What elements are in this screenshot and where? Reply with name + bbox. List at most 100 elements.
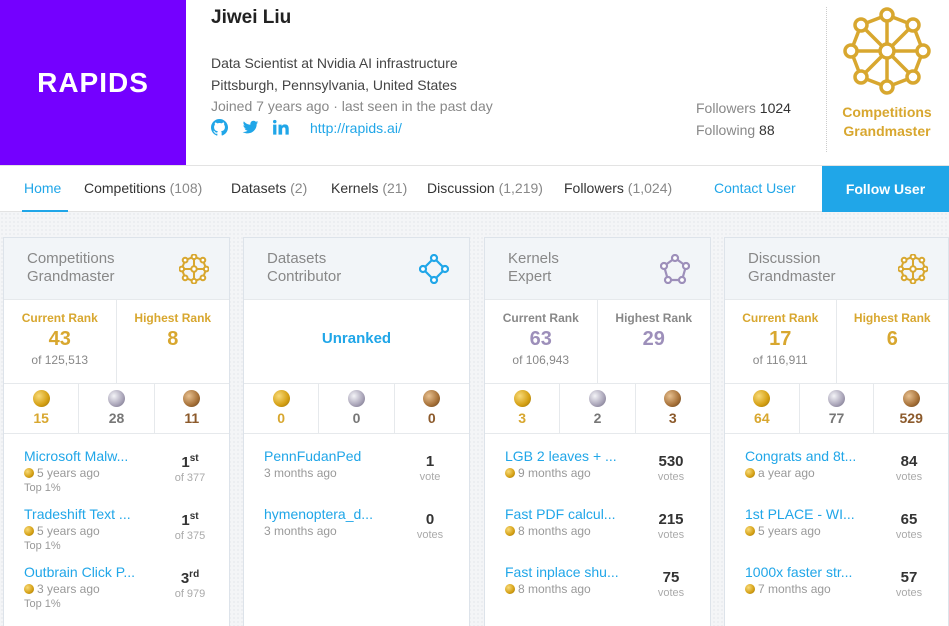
grandmaster-icon (179, 254, 209, 284)
bronze-medal-icon (183, 390, 201, 407)
gold-medal-icon (753, 390, 771, 407)
rank-section: Current Rank 63 of 106,943 Highest Rank … (485, 300, 710, 384)
bronze-medals: 0 (393, 384, 469, 433)
github-icon[interactable] (211, 119, 228, 136)
medal-counts: 0 0 0 (244, 384, 469, 434)
logo-text: RAPIDS (37, 66, 149, 98)
list-item[interactable]: Fast PDF calcul... 8 months ago 215 votes (485, 492, 710, 550)
card-header[interactable]: Discussion Grandmaster (725, 238, 948, 300)
contributor-icon (419, 254, 449, 284)
card-header[interactable]: Datasets Contributor (244, 238, 469, 300)
card-title: Competitions Grandmaster (27, 250, 115, 285)
grandmaster-icon (898, 254, 928, 284)
bronze-medals: 11 (153, 384, 229, 433)
current-rank: Current Rank 17 of 116,911 (725, 300, 837, 384)
tier-badge: Competitions Grandmaster (826, 7, 946, 152)
contact-user-link[interactable]: Contact User (714, 180, 796, 196)
website-link[interactable]: http://rapids.ai/ (310, 120, 402, 136)
gold-medal-icon (24, 468, 34, 478)
silver-medals: 77 (798, 384, 874, 433)
bronze-medal-icon (902, 390, 920, 407)
grandmaster-icon (843, 7, 931, 95)
gold-medals: 3 (485, 384, 559, 433)
user-joined: Joined 7 years ago · last seen in the pa… (211, 98, 493, 114)
bronze-medals: 3 (634, 384, 710, 433)
user-location: Pittsburgh, Pennsylvania, United States (211, 77, 457, 93)
card-header[interactable]: Kernels Expert (485, 238, 710, 300)
user-name: Jiwei Liu (211, 7, 292, 28)
expert-icon (660, 254, 690, 284)
list-item[interactable]: LGB 2 leaves + ... 9 months ago 530 votes (485, 434, 710, 492)
list-item[interactable]: Congrats and 8t... a year ago 84 votes (725, 434, 948, 492)
gold-medal-icon (32, 390, 50, 407)
silver-medals: 2 (559, 384, 634, 433)
tab-home[interactable]: Home (24, 180, 61, 196)
card-header[interactable]: Competitions Grandmaster (4, 238, 229, 300)
tab-discussion[interactable]: Discussion (1,219) (427, 180, 543, 196)
list-item[interactable]: PennFudanPed 3 months ago 1 vote (244, 434, 469, 492)
bronze-medals: 529 (873, 384, 948, 433)
tab-kernels[interactable]: Kernels (21) (331, 180, 407, 196)
rank-section: Current Rank 43 of 125,513 Highest Rank … (4, 300, 229, 384)
gold-medal-icon (745, 468, 755, 478)
tab-competitions[interactable]: Competitions (108) (84, 180, 202, 196)
bronze-medal-icon (664, 390, 682, 407)
datasets-card: Datasets Contributor Unranked 0 0 0 PennF… (243, 237, 470, 626)
list-item[interactable]: Outbrain Click P... 3 years ago Top 1% 3… (4, 550, 229, 610)
current-rank: Current Rank 63 of 106,943 (485, 300, 598, 384)
tab-followers[interactable]: Followers (1,024) (564, 180, 672, 196)
gold-medal-icon (745, 584, 755, 594)
gold-medals: 0 (244, 384, 318, 433)
unranked-label: Unranked (321, 330, 392, 347)
tab-datasets[interactable]: Datasets (2) (231, 180, 307, 196)
card-title: Kernels Expert (508, 250, 559, 285)
list-item[interactable]: Fast inplace shu... 8 months ago 75 votes (485, 550, 710, 608)
linkedin-icon[interactable] (273, 119, 290, 136)
medal-counts: 3 2 3 (485, 384, 710, 434)
followers-stat[interactable]: Followers 1024 (696, 97, 791, 119)
rank-section: Unranked (244, 300, 469, 384)
silver-medals: 28 (78, 384, 153, 433)
silver-medal-icon (588, 390, 606, 407)
card-title: Discussion Grandmaster (748, 250, 836, 285)
list-item[interactable]: 1000x faster str... 7 months ago 57 votes (725, 550, 948, 608)
silver-medal-icon (828, 390, 845, 407)
gold-medal-icon (505, 584, 515, 594)
gold-medal-icon (505, 468, 515, 478)
list-item[interactable]: 1st PLACE - WI... 5 years ago 65 votes (725, 492, 948, 550)
profile-avatar[interactable]: RAPIDS (0, 0, 186, 165)
gold-medals: 64 (725, 384, 799, 433)
gold-medals: 15 (4, 384, 78, 433)
highest-rank: Highest Rank 6 (853, 311, 931, 350)
list-item[interactable]: Microsoft Malw... 5 years ago Top 1% 1st… (4, 434, 229, 494)
gold-medal-icon (505, 526, 515, 536)
card-title: Datasets Contributor (267, 250, 342, 285)
medal-counts: 64 77 529 (725, 384, 948, 434)
following-stat[interactable]: Following 88 (696, 119, 791, 141)
gold-medal-icon (272, 390, 290, 407)
bronze-medal-icon (423, 390, 441, 407)
follow-stats: Followers 1024 Following 88 (696, 97, 791, 141)
active-tab-indicator (22, 210, 68, 212)
kernels-card: Kernels Expert Current Rank 63 of 106,943… (484, 237, 711, 626)
gold-medal-icon (745, 526, 755, 536)
current-rank: Current Rank 43 of 125,513 (4, 300, 117, 384)
list-item[interactable]: hymenoptera_d... 3 months ago 0 votes (244, 492, 469, 550)
silver-medal-icon (347, 390, 365, 407)
silver-medal-icon (107, 390, 125, 407)
competitions-card: Competitions Grandmaster Current Rank 43 … (3, 237, 230, 626)
highest-rank: Highest Rank 29 (615, 311, 693, 350)
gold-medal-icon (24, 526, 34, 536)
user-title: Data Scientist at Nvidia AI infrastructu… (211, 55, 458, 71)
rank-section: Current Rank 17 of 116,911 Highest Rank … (725, 300, 948, 384)
tier-label: Competitions Grandmaster (842, 104, 932, 139)
gold-medal-icon (24, 584, 34, 594)
discussion-card: Discussion Grandmaster Current Rank 17 of… (724, 237, 949, 626)
twitter-icon[interactable] (242, 119, 259, 136)
profile-nav: Home Competitions (108) Datasets (2) Ker… (0, 165, 949, 212)
highest-rank: Highest Rank 8 (134, 311, 212, 350)
social-links: http://rapids.ai/ (211, 119, 402, 136)
list-item[interactable]: Tradeshift Text ... 5 years ago Top 1% 1… (4, 492, 229, 552)
silver-medals: 0 (318, 384, 393, 433)
follow-user-button[interactable]: Follow User (822, 166, 949, 212)
